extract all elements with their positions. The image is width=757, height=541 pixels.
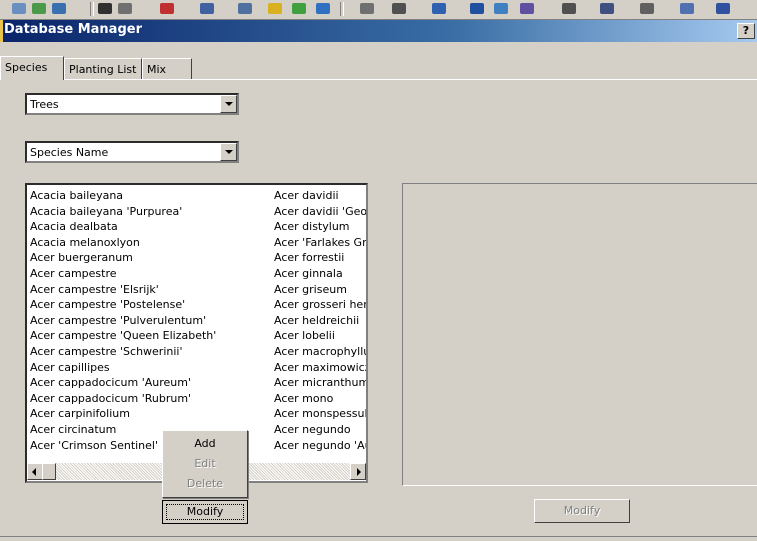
list-item[interactable]: Acer heldreichii [274, 313, 366, 329]
scroll-left-icon[interactable] [27, 463, 43, 480]
help-button[interactable]: ? [737, 23, 755, 39]
toolbar-icon[interactable] [292, 3, 306, 14]
list-item[interactable]: Acer campestre 'Pulverulentum' [30, 313, 270, 329]
list-item[interactable]: Acacia baileyana [30, 188, 270, 204]
toolbar-icon[interactable] [392, 3, 406, 14]
toolbar-icon[interactable] [118, 3, 132, 14]
tab-planting-list[interactable]: Planting List [64, 58, 142, 80]
list-item[interactable]: Acer mono [274, 391, 366, 407]
category-select-value: Trees [30, 98, 59, 111]
tab-species[interactable]: Species [0, 56, 64, 80]
list-item[interactable]: Acer negundo [274, 422, 366, 438]
toolbar-icon[interactable] [470, 3, 484, 14]
list-item[interactable]: Acer davidii 'George [274, 204, 366, 220]
toolbar-icon[interactable] [600, 3, 614, 14]
menu-item-edit[interactable]: Edit [163, 457, 247, 470]
toolbar-icon[interactable] [432, 3, 446, 14]
list-item[interactable]: Acer campestre 'Postelense' [30, 297, 270, 313]
chevron-down-icon[interactable] [220, 95, 237, 113]
toolbar-icon[interactable] [200, 3, 214, 14]
toolbar-icon[interactable] [32, 3, 46, 14]
list-item[interactable]: Acacia dealbata [30, 219, 270, 235]
toolbar-icon[interactable] [494, 3, 508, 14]
list-item[interactable]: Acer distylum [274, 219, 366, 235]
list-item[interactable]: Acer forrestii [274, 250, 366, 266]
tab-divider [0, 79, 757, 80]
title-bar: Database Manager ? [0, 20, 757, 42]
toolbar-icon[interactable] [520, 3, 534, 14]
toolbar-icon[interactable] [52, 3, 66, 14]
category-select[interactable]: Trees [25, 93, 239, 115]
list-item[interactable]: Acer campestre 'Elsrijk' [30, 282, 270, 298]
sort-select-value: Species Name [30, 146, 109, 159]
list-item[interactable]: Acer monspessulanu [274, 406, 366, 422]
scroll-right-icon[interactable] [350, 463, 366, 480]
toolbar-icon[interactable] [562, 3, 576, 14]
toolbar-icon[interactable] [360, 3, 374, 14]
toolbar-icon[interactable] [98, 3, 112, 14]
list-item[interactable]: Acacia baileyana 'Purpurea' [30, 204, 270, 220]
list-item[interactable]: Acer lobelii [274, 328, 366, 344]
list-item[interactable]: Acer ginnala [274, 266, 366, 282]
modify-list-button[interactable]: Modify [162, 500, 248, 524]
list-item[interactable]: Acer griseum [274, 282, 366, 298]
list-item[interactable]: Acer cappadocicum 'Aureum' [30, 375, 270, 391]
list-item[interactable]: Acer davidii [274, 188, 366, 204]
list-item[interactable]: Acer campestre [30, 266, 270, 282]
list-item[interactable]: Acer capillipes [30, 360, 270, 376]
menu-item-delete[interactable]: Delete [163, 477, 247, 490]
list-item[interactable]: Acer grosseri hersii [274, 297, 366, 313]
scroll-thumb[interactable] [42, 463, 56, 480]
toolbar-icon[interactable] [160, 3, 174, 14]
toolbar-icon[interactable] [640, 3, 654, 14]
menu-item-add[interactable]: Add [163, 437, 247, 450]
toolbar-icon[interactable] [12, 3, 26, 14]
list-item[interactable]: Acer maximowiczii [274, 360, 366, 376]
list-item[interactable]: Acer 'Farlakes Greer [274, 235, 366, 251]
list-item[interactable]: Acer cappadocicum 'Rubrum' [30, 391, 270, 407]
context-menu: Add Edit Delete [162, 430, 248, 498]
list-item[interactable]: Acer macrophyllum [274, 344, 366, 360]
chevron-down-icon[interactable] [220, 143, 237, 161]
list-item[interactable]: Acer micranthum [274, 375, 366, 391]
list-item[interactable]: Acer buergeranum [30, 250, 270, 266]
list-item[interactable]: Acer carpinifolium [30, 406, 270, 422]
tab-mix[interactable]: Mix [142, 58, 192, 80]
list-item[interactable]: Acer negundo 'Aural [274, 438, 366, 454]
toolbar-icon[interactable] [716, 3, 730, 14]
window-title: Database Manager [4, 22, 142, 37]
toolbar-icon[interactable] [316, 3, 330, 14]
modify-button[interactable]: Modify [534, 499, 630, 523]
list-item[interactable]: Acer campestre 'Schwerinii' [30, 344, 270, 360]
toolbar-icon[interactable] [680, 3, 694, 14]
species-column-2: Acer davidiiAcer davidii 'GeorgeAcer dis… [274, 188, 366, 453]
list-item[interactable]: Acer campestre 'Queen Elizabeth' [30, 328, 270, 344]
toolbar-icon[interactable] [268, 3, 282, 14]
detail-panel [402, 183, 757, 486]
list-item[interactable]: Acacia melanoxlyon [30, 235, 270, 251]
toolbar-icon[interactable] [238, 3, 252, 14]
species-column-1: Acacia baileyana Acacia baileyana 'Purpur… [30, 188, 270, 453]
sort-select[interactable]: Species Name [25, 141, 239, 163]
bottom-edge [0, 536, 757, 541]
toolbar [0, 0, 757, 20]
